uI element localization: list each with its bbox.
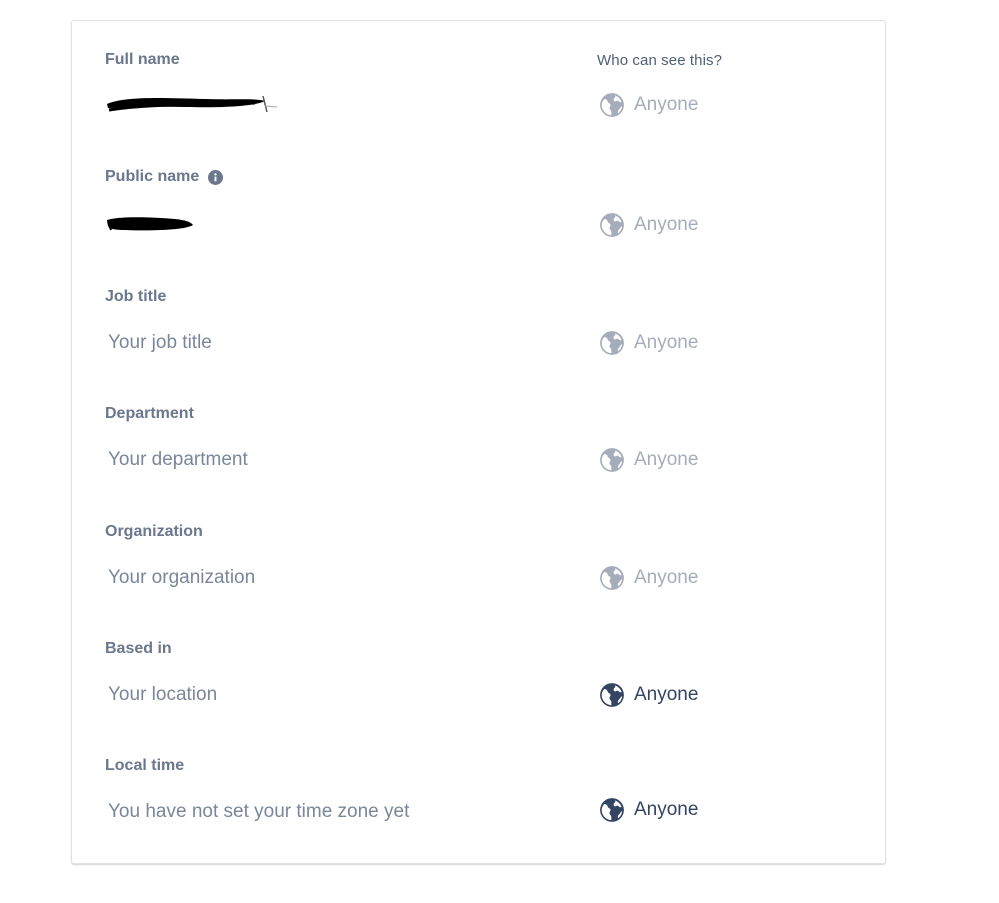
based-in-label-text: Based in	[105, 640, 172, 657]
based-in-visibility-button[interactable]: Anyone	[599, 680, 698, 710]
local-time-visibility-label: Anyone	[634, 799, 699, 820]
job-title-visibility-label: Anyone	[634, 332, 699, 353]
globe-icon	[600, 213, 624, 237]
who-can-see-header: Who can see this?	[597, 52, 723, 69]
department-field[interactable]: Your department	[105, 445, 535, 475]
public-name-visibility-button[interactable]: Anyone	[599, 210, 698, 240]
department-label: Department	[105, 405, 194, 423]
public-name-label: Public name	[105, 168, 224, 186]
organization-visibility-label: Anyone	[634, 567, 699, 588]
local-time-visibility-button[interactable]: Anyone	[599, 795, 698, 825]
redacted-public-name	[107, 217, 193, 231]
info-icon[interactable]	[208, 169, 224, 185]
full-name-label-text: Full name	[105, 51, 180, 68]
based-in-label: Based in	[105, 640, 172, 658]
local-time-label: Local time	[105, 757, 184, 775]
department-label-text: Department	[105, 405, 194, 422]
job-title-field[interactable]: Your job title	[105, 328, 535, 358]
organization-label: Organization	[105, 523, 203, 541]
globe-icon	[600, 331, 624, 355]
globe-icon	[600, 93, 624, 117]
globe-icon	[600, 683, 624, 707]
globe-icon	[600, 798, 624, 822]
public-name-visibility-label: Anyone	[634, 214, 699, 235]
department-visibility-label: Anyone	[634, 449, 699, 470]
redacted-full-name	[107, 95, 278, 113]
job-title-label: Job title	[105, 288, 166, 306]
job-title-label-text: Job title	[105, 288, 167, 305]
globe-icon	[600, 448, 624, 472]
job-title-visibility-button[interactable]: Anyone	[599, 328, 698, 358]
profile-card: Who can see this? Full name Anyone Publi…	[71, 20, 886, 864]
based-in-visibility-label: Anyone	[634, 684, 699, 705]
local-time-label-text: Local time	[105, 757, 185, 774]
public-name-field[interactable]	[105, 210, 535, 240]
local-time-field[interactable]: You have not set your time zone yet	[105, 797, 535, 827]
globe-icon	[600, 566, 624, 590]
full-name-label: Full name	[105, 51, 180, 69]
organization-visibility-button[interactable]: Anyone	[599, 563, 698, 593]
public-name-label-text: Public name	[105, 168, 200, 185]
full-name-visibility-button[interactable]: Anyone	[599, 90, 698, 120]
full-name-field[interactable]	[105, 90, 535, 120]
organization-field[interactable]: Your organization	[105, 563, 535, 593]
organization-label-text: Organization	[105, 523, 203, 540]
department-visibility-button[interactable]: Anyone	[599, 445, 698, 475]
full-name-visibility-label: Anyone	[634, 94, 699, 115]
based-in-field[interactable]: Your location	[105, 680, 535, 710]
